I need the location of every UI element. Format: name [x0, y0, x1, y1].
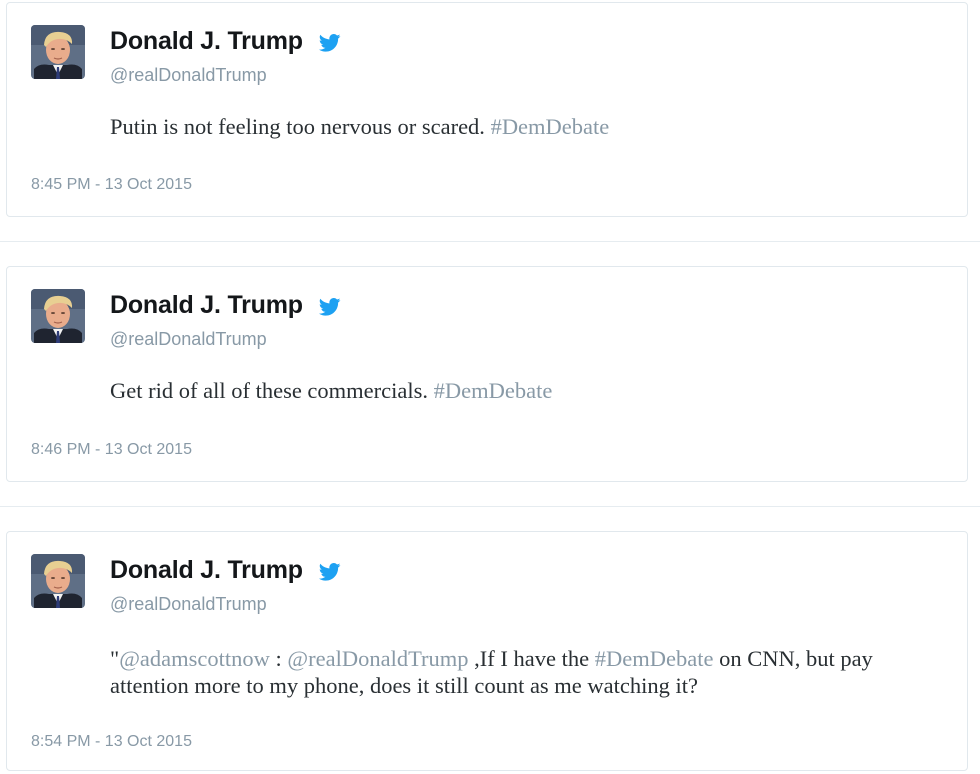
author-name[interactable]: Donald J. Trump [110, 291, 303, 320]
hashtag-link[interactable]: #DemDebate [434, 378, 553, 403]
tweet-body: Putin is not feeling too nervous or scar… [110, 114, 485, 139]
tweet-timestamp[interactable]: 8:45 PM - 13 Oct 2015 [31, 176, 192, 194]
tweet-card[interactable]: Donald J. Trump @realDonaldTrump Putin i… [6, 2, 968, 217]
author-handle[interactable]: @realDonaldTrump [110, 594, 267, 615]
divider [0, 241, 980, 242]
author-name[interactable]: Donald J. Trump [110, 556, 303, 585]
tweet-card[interactable]: Donald J. Trump @realDonaldTrump "@adams… [6, 531, 968, 771]
tweet-body: ,If I have the [468, 646, 595, 671]
divider [0, 506, 980, 507]
tweet-text: Get rid of all of these commercials. #De… [110, 377, 930, 404]
twitter-bird-icon[interactable] [318, 298, 341, 316]
tweet-timestamp[interactable]: 8:54 PM - 13 Oct 2015 [31, 733, 192, 751]
author-handle[interactable]: @realDonaldTrump [110, 65, 267, 86]
mention-separator: : [269, 646, 288, 671]
mention-link[interactable]: @adamscottnow [119, 646, 270, 671]
tweet-timestamp[interactable]: 8:46 PM - 13 Oct 2015 [31, 441, 192, 459]
avatar[interactable] [31, 25, 85, 79]
tweet-text: "@adamscottnow : @realDonaldTrump ,If I … [110, 645, 930, 699]
quote-mark: " [110, 646, 120, 671]
hashtag-link[interactable]: #DemDebate [491, 114, 610, 139]
mention-link[interactable]: @realDonaldTrump [287, 646, 468, 671]
tweet-body: Get rid of all of these commercials. [110, 378, 429, 403]
avatar[interactable] [31, 289, 85, 343]
twitter-bird-icon[interactable] [318, 34, 341, 52]
tweet-card[interactable]: Donald J. Trump @realDonaldTrump Get rid… [6, 266, 968, 482]
author-name[interactable]: Donald J. Trump [110, 27, 303, 56]
twitter-bird-icon[interactable] [318, 563, 341, 581]
tweet-text: Putin is not feeling too nervous or scar… [110, 113, 930, 140]
hashtag-link[interactable]: #DemDebate [595, 646, 714, 671]
avatar[interactable] [31, 554, 85, 608]
author-handle[interactable]: @realDonaldTrump [110, 329, 267, 350]
